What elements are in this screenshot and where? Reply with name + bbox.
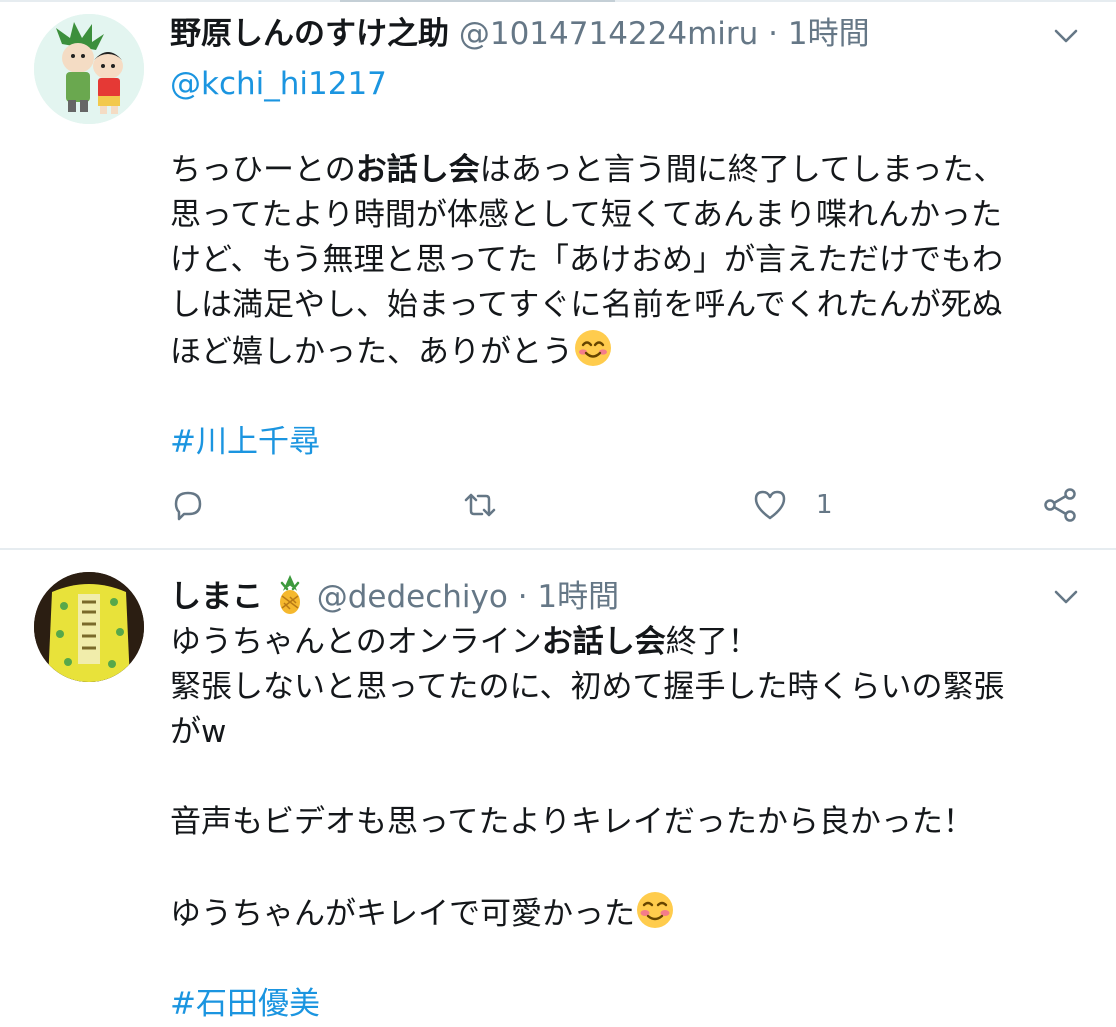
hashtag-link[interactable]: #石田優美: [170, 986, 320, 1022]
retweet-icon: [464, 493, 496, 517]
chevron-down-icon[interactable]: [1052, 583, 1080, 611]
timestamp[interactable]: 1時間: [788, 16, 870, 52]
user-handle[interactable]: @dedechiyo: [317, 579, 508, 615]
tweet-header: 野原しんのすけ之助 @1014714224miru · 1時間: [170, 14, 870, 54]
text-line: がw: [170, 714, 227, 750]
avatar-photo-icon: [34, 572, 144, 682]
bold-keyword: お話し会: [541, 624, 666, 660]
like-button[interactable]: 1: [752, 480, 833, 530]
like-count: 1: [816, 490, 833, 520]
tweet-text: ゆうちゃんとのオンラインお話し会終了！ 緊張しないと思ってたのに、初めて握手した…: [170, 620, 1080, 1027]
avatar[interactable]: [34, 14, 144, 124]
text-line: ほど嬉しかった、ありがとう: [170, 334, 573, 370]
share-icon: [1044, 488, 1076, 522]
heart-icon: [754, 490, 786, 520]
tweet-actions: 1: [0, 480, 1116, 530]
tweet-card[interactable]: 野原しんのすけ之助 @1014714224miru · 1時間 @kchi_hi…: [0, 0, 1116, 548]
smiling-face-with-smiling-eyes-icon: [575, 330, 611, 366]
smiling-face-icon: [637, 892, 673, 928]
user-handle[interactable]: @1014714224miru: [459, 16, 758, 52]
text-line: しは満足やし、始まってすぐに名前を呼んでくれたんが死ぬ: [170, 287, 1003, 323]
text-line: けど、もう無理と思ってた「あけおめ」が言えただけでもわ: [170, 242, 1003, 278]
separator-dot: ·: [768, 16, 779, 52]
retweet-button[interactable]: [462, 480, 498, 530]
bold-keyword: お話し会: [355, 152, 480, 188]
timestamp[interactable]: 1時間: [537, 579, 619, 615]
text-line: 音声もビデオも思ってたよりキレイだったから良かった！: [170, 804, 974, 840]
reply-icon: [174, 491, 202, 521]
chevron-down-icon[interactable]: [1052, 22, 1080, 50]
display-name[interactable]: しまこ: [170, 579, 263, 615]
text-line: はあっと言う間に終了してしまった、: [479, 152, 1005, 188]
tweet-card[interactable]: しまこ @dedechiyo · 1時間 ゆうちゃんとのオンラインお話し会終了！…: [0, 550, 1116, 1024]
avatar[interactable]: [34, 572, 144, 682]
reply-to-mention[interactable]: @kchi_hi1217: [170, 64, 387, 104]
avatar-illustration-icon: [34, 14, 144, 124]
share-button[interactable]: [1042, 480, 1078, 530]
pineapple-icon: [279, 575, 300, 614]
text-line: ゆうちゃんがキレイで可愛かった: [170, 896, 635, 932]
reply-button[interactable]: [170, 480, 206, 530]
text-line: ゆうちゃんとのオンライン: [170, 624, 542, 660]
hashtag-link[interactable]: #川上千尋: [170, 424, 320, 460]
text-line: 緊張しないと思ってたのに、初めて握手した時くらいの緊張: [170, 669, 1005, 705]
separator-dot: ·: [517, 579, 528, 615]
tweet-text: ちっひーとのお話し会はあっと言う間に終了してしまった、 思ってたより時間が体感と…: [170, 148, 1080, 465]
text-line: 思ってたより時間が体感として短くてあんまり喋れんかった: [170, 197, 1003, 233]
text-line: 終了！: [665, 624, 759, 660]
text-line: ちっひーとの: [170, 152, 356, 188]
display-name[interactable]: 野原しんのすけ之助: [170, 16, 449, 52]
tweet-header: しまこ @dedechiyo · 1時間: [170, 575, 619, 617]
